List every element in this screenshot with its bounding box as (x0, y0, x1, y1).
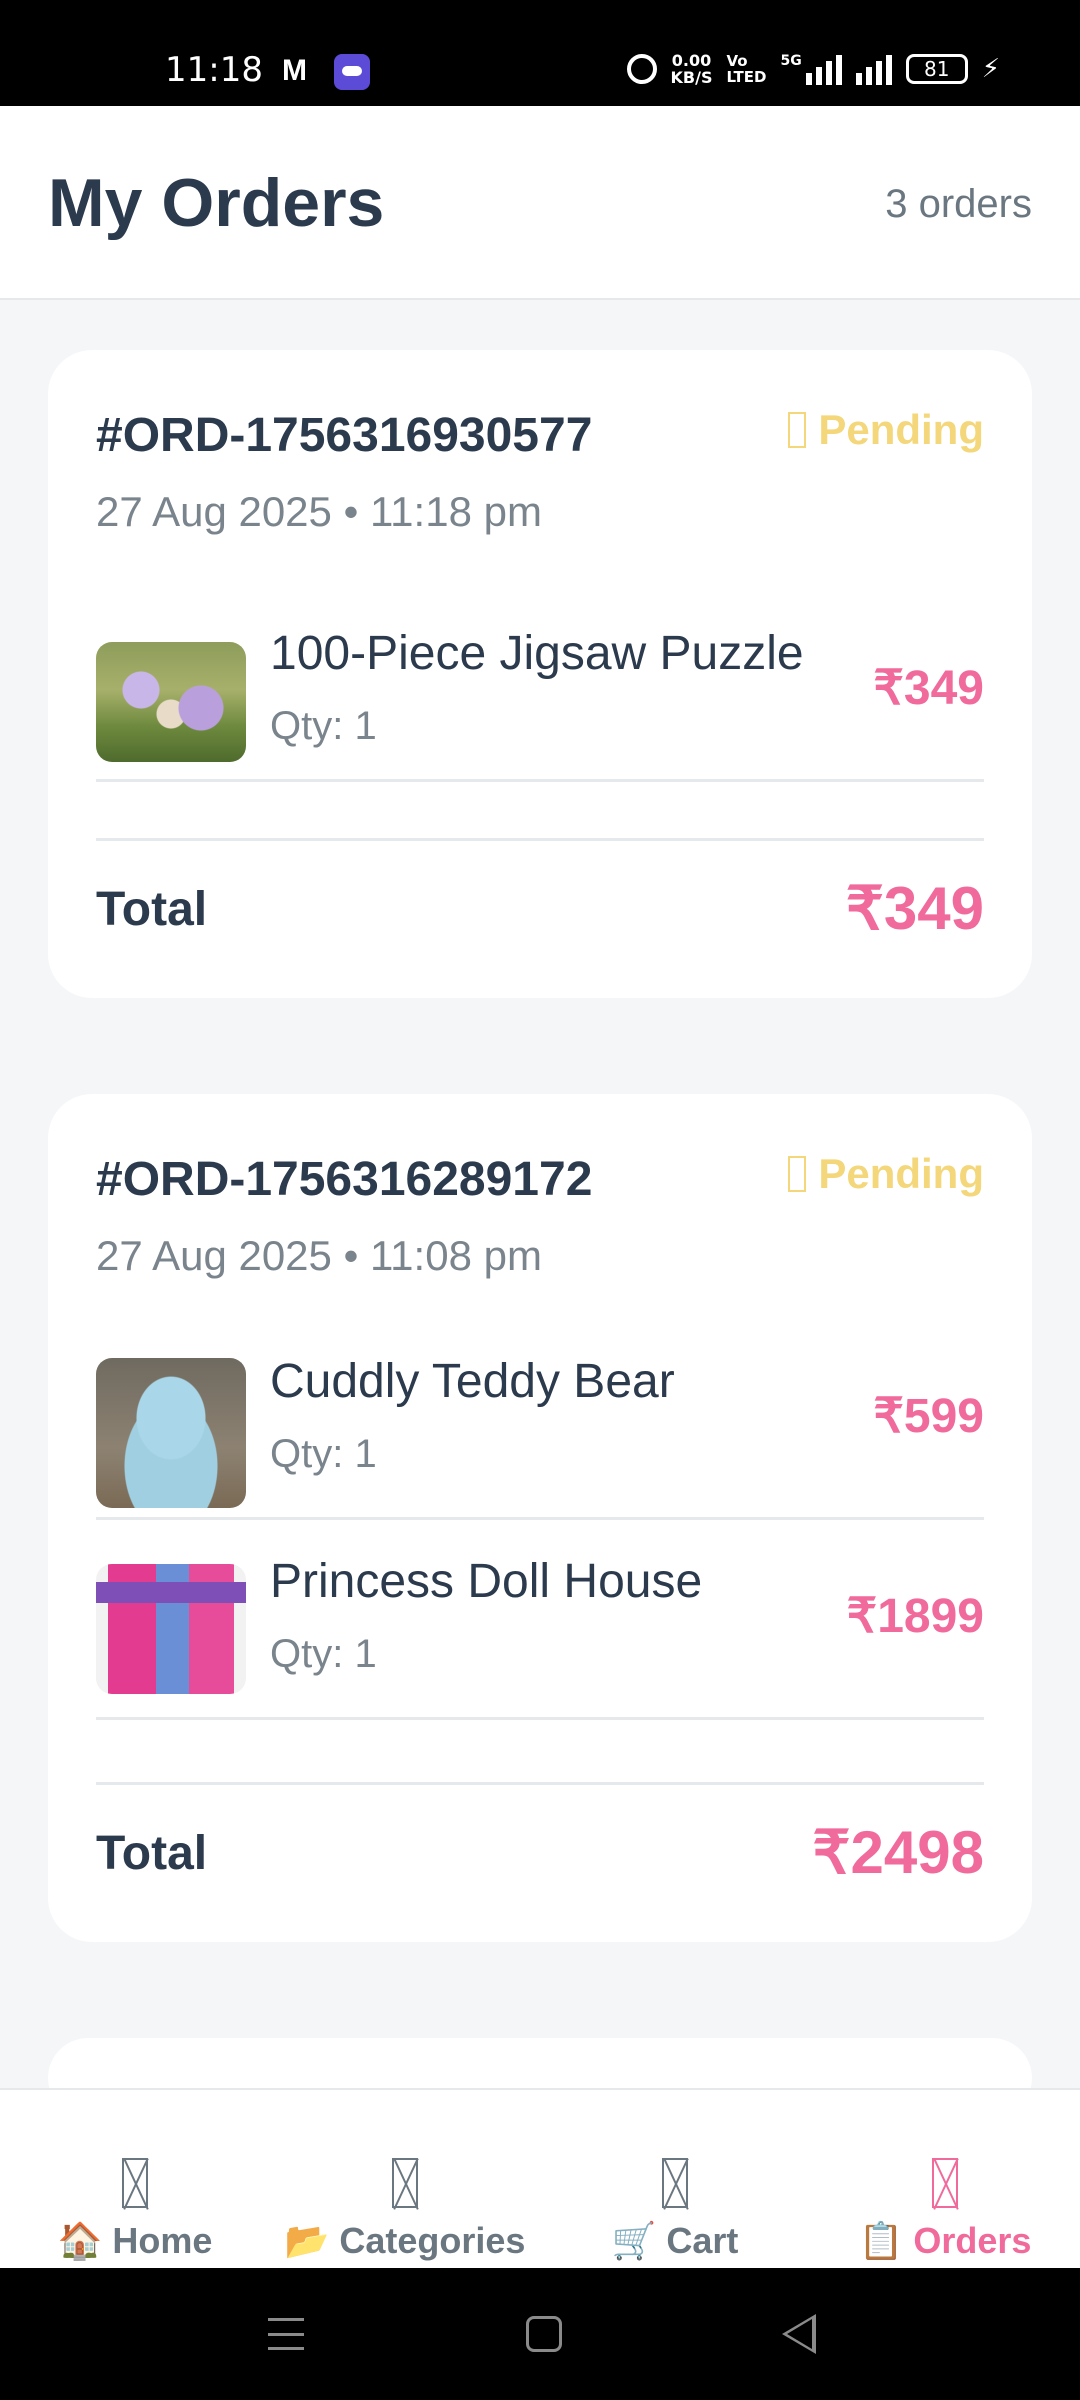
signal-icon (855, 53, 892, 85)
home-icon[interactable] (526, 2316, 562, 2352)
cart-tab-icon (662, 2158, 688, 2208)
game-app-icon (334, 54, 370, 90)
alarm-icon (626, 54, 657, 84)
nav-label: 📂 Categories (284, 2220, 526, 2261)
total-label: Total (96, 1827, 208, 1880)
recent-apps-icon[interactable] (268, 2318, 304, 2350)
item-name: 100-Piece Jigsaw Puzzle (270, 627, 804, 680)
status-badge: Pending (788, 1150, 984, 1198)
net-speed: 0.00 KB/S (671, 52, 713, 86)
total-value: ₹349 (845, 875, 984, 942)
item-name: Cuddly Teddy Bear (270, 1355, 675, 1408)
nav-label: 📋 Orders (858, 2220, 1032, 2261)
nav-categories[interactable]: 📂 Categories (270, 2158, 540, 2262)
item-price: ₹599 (873, 1390, 984, 1443)
order-count: 3 orders (885, 182, 1032, 226)
item-qty: Qty: 1 (270, 704, 377, 748)
status-label: Pending (818, 406, 984, 453)
status-label: Pending (818, 1150, 984, 1197)
order-id: #ORD-1756316930577 (96, 409, 593, 462)
nav-home[interactable]: 🏠 Home (0, 2158, 270, 2262)
gmail-icon: M (282, 54, 307, 87)
item-price: ₹349 (873, 662, 984, 715)
status-indicators: 0.00 KB/S Vo LTED 5G 81 ⚡ (626, 52, 1000, 86)
home-tab-icon (122, 2158, 148, 2208)
order-date: 27 Aug 2025 • 11:18 pm (96, 488, 542, 535)
item-qty: Qty: 1 (270, 1432, 377, 1476)
page-title: My Orders (48, 165, 385, 241)
item-qty: Qty: 1 (270, 1632, 377, 1676)
nav-cart[interactable]: 🛒 Cart (540, 2158, 810, 2262)
order-id: #ORD-1756316289172 (96, 1153, 593, 1206)
volte-bottom: LTED (726, 68, 767, 86)
pending-icon (788, 412, 807, 448)
network-type: 5G (780, 53, 802, 69)
orders-tab-icon (932, 2158, 958, 2208)
doll-house-image (96, 1564, 246, 1694)
net-speed-unit: KB/S (670, 68, 713, 87)
bottom-nav: 🏠 Home 📂 Categories 🛒 Cart 📋 Orders (0, 2088, 1080, 2268)
battery-icon: 81 (905, 54, 968, 84)
total-label: Total (96, 883, 208, 936)
pending-icon (788, 1156, 807, 1192)
order-date: 27 Aug 2025 • 11:08 pm (96, 1232, 542, 1279)
teddy-bear-image (96, 1358, 246, 1508)
divider (96, 838, 984, 841)
order-item[interactable]: Princess Doll House Qty: 1 ₹1899 (96, 1520, 984, 1720)
order-item[interactable]: 100-Piece Jigsaw Puzzle Qty: 1 ₹349 (96, 592, 984, 782)
nav-label: 🏠 Home (57, 2220, 213, 2261)
back-icon[interactable] (782, 2314, 816, 2354)
charging-icon: ⚡ (981, 54, 1000, 84)
status-time: 11:18 (165, 50, 263, 90)
total-value: ₹2498 (812, 1819, 984, 1886)
volte-icon: Vo LTED (726, 53, 766, 85)
order-item[interactable]: Cuddly Teddy Bear Qty: 1 ₹599 (96, 1320, 984, 1520)
nav-label: 🛒 Cart (611, 2220, 739, 2261)
status-badge: Pending (788, 406, 984, 454)
system-nav-bar (0, 2268, 1080, 2400)
item-name: Princess Doll House (270, 1555, 703, 1608)
signal-5g-icon: 5G (781, 53, 842, 85)
jigsaw-puzzle-image (96, 642, 246, 762)
divider (96, 1782, 984, 1785)
item-price: ₹1899 (846, 1590, 984, 1643)
order-card[interactable]: #ORD-1756316930577 Pending 27 Aug 2025 •… (48, 350, 1032, 998)
nav-orders[interactable]: 📋 Orders (810, 2158, 1080, 2262)
status-bar: 11:18 M 0.00 KB/S Vo LTED 5G 81 ⚡ (0, 0, 1080, 106)
page-header: My Orders 3 orders (0, 106, 1080, 300)
categories-tab-icon (392, 2158, 418, 2208)
order-card[interactable]: #ORD-1756316289172 Pending 27 Aug 2025 •… (48, 1094, 1032, 1942)
